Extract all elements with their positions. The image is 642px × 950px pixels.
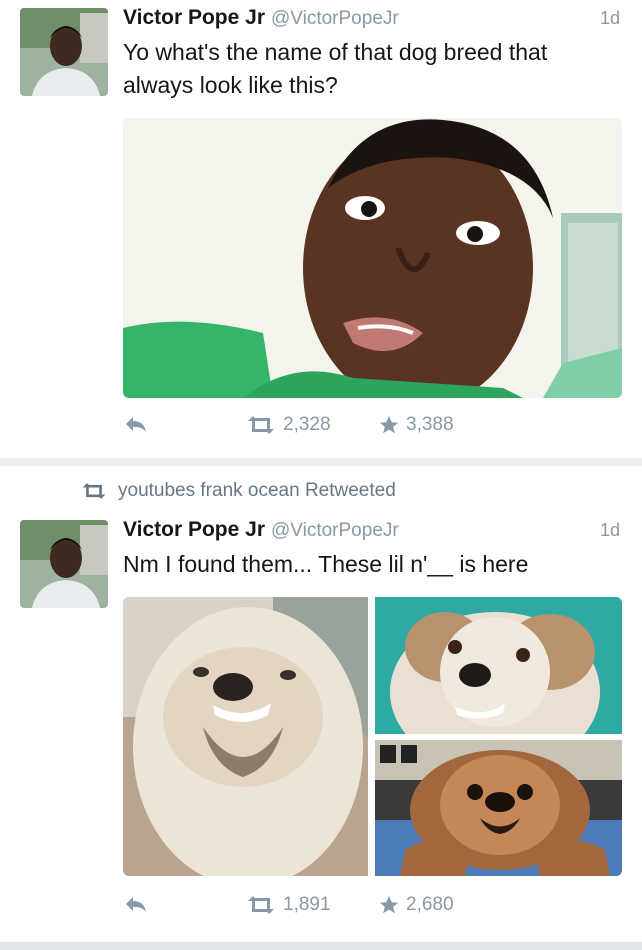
- like-button[interactable]: 2,680: [378, 894, 454, 916]
- retweet-count: 1,891: [283, 894, 331, 915]
- display-name[interactable]: Victor Pope Jr @VictorPopeJr: [123, 6, 399, 30]
- tweet-photo-2[interactable]: [375, 597, 622, 734]
- tweet-photo-1[interactable]: [123, 597, 368, 876]
- retweet-button[interactable]: 1,891: [245, 894, 331, 916]
- retweet-icon: [248, 896, 274, 914]
- like-count: 2,680: [406, 894, 454, 915]
- reply-icon: [126, 897, 146, 912]
- bottom-divider: [0, 942, 642, 950]
- retweet-context[interactable]: youtubes frank ocean Retweeted: [80, 480, 396, 502]
- tweet-photo[interactable]: [123, 118, 622, 398]
- handle[interactable]: @VictorPopeJr: [271, 8, 399, 29]
- display-name-text[interactable]: Victor Pope Jr: [123, 518, 265, 541]
- tweet-photo-3[interactable]: [375, 740, 622, 876]
- like-count: 3,388: [406, 414, 454, 435]
- retweet-icon: [82, 483, 106, 499]
- tweet-2[interactable]: youtubes frank ocean Retweeted Victor Po…: [0, 466, 642, 942]
- avatar[interactable]: [20, 8, 108, 96]
- retweet-count: 2,328: [283, 414, 331, 435]
- tweet-actions: 2,328 3,388: [123, 414, 523, 444]
- like-button[interactable]: 3,388: [378, 414, 454, 436]
- retweet-button[interactable]: 2,328: [245, 414, 331, 436]
- timestamp[interactable]: 1d: [600, 8, 620, 29]
- star-icon: [379, 415, 399, 434]
- avatar[interactable]: [20, 520, 108, 608]
- display-name[interactable]: Victor Pope Jr @VictorPopeJr: [123, 518, 399, 542]
- star-icon: [379, 895, 399, 914]
- tweet-actions: 1,891 2,680: [123, 894, 523, 924]
- tweet-1[interactable]: Victor Pope Jr @VictorPopeJr 1d Yo what's…: [0, 0, 642, 458]
- reply-button[interactable]: [123, 894, 155, 914]
- tweet-text: Yo what's the name of that dog breed tha…: [123, 39, 548, 98]
- tweet-text: Nm I found them... These lil n'__ is her…: [123, 551, 529, 577]
- reply-icon: [126, 417, 146, 432]
- handle[interactable]: @VictorPopeJr: [271, 520, 399, 541]
- display-name-text[interactable]: Victor Pope Jr: [123, 6, 265, 29]
- retweeted-by-text: youtubes frank ocean Retweeted: [118, 480, 396, 501]
- retweet-icon: [248, 416, 274, 434]
- reply-button[interactable]: [123, 414, 155, 434]
- timestamp[interactable]: 1d: [600, 520, 620, 541]
